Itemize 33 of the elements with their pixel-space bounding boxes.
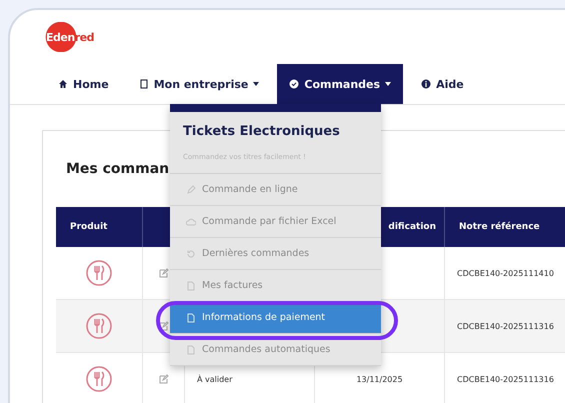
caret-icon [385, 82, 392, 86]
edit-icon [186, 184, 196, 194]
menu-item[interactable]: Commande en ligne [170, 174, 381, 206]
building-icon [138, 79, 149, 89]
fork-knife-icon [86, 366, 112, 392]
menu-item[interactable]: Informations de paiement [170, 302, 381, 334]
home-icon [58, 79, 68, 89]
caret-icon [253, 82, 260, 86]
fork-knife-icon [86, 313, 112, 339]
panel-title: Mes comman [66, 161, 170, 177]
edit-icon[interactable] [158, 321, 168, 331]
menu-item[interactable]: Dernières commandes [170, 238, 381, 270]
nav-tab[interactable]: Mon entreprise [126, 64, 272, 104]
menu-title: Tickets Electroniques [183, 124, 341, 139]
table-cell: CDCBE140-2025111316 [445, 300, 565, 353]
fork-knife-icon [86, 260, 112, 286]
edit-icon[interactable] [158, 268, 168, 278]
edit-icon[interactable] [158, 374, 168, 384]
nav-tab[interactable]: Aide [409, 64, 476, 104]
column-header: Notre référence [445, 207, 565, 247]
menu-item[interactable]: Commandes automatiques [170, 334, 381, 366]
nav-tab[interactable]: Commandes [277, 64, 404, 104]
nav-tab[interactable]: Home [46, 64, 121, 104]
check-circle-icon [289, 79, 300, 89]
info-icon [421, 79, 432, 89]
history-icon [186, 248, 196, 258]
menu-item[interactable]: Mes factures [170, 270, 381, 302]
cloud-icon [186, 216, 196, 226]
file-icon [186, 344, 196, 354]
file-icon [186, 312, 196, 322]
column-header: Produit [56, 207, 143, 247]
menu-item[interactable]: Commande par fichier Excel [170, 206, 381, 238]
file-icon [186, 280, 196, 290]
